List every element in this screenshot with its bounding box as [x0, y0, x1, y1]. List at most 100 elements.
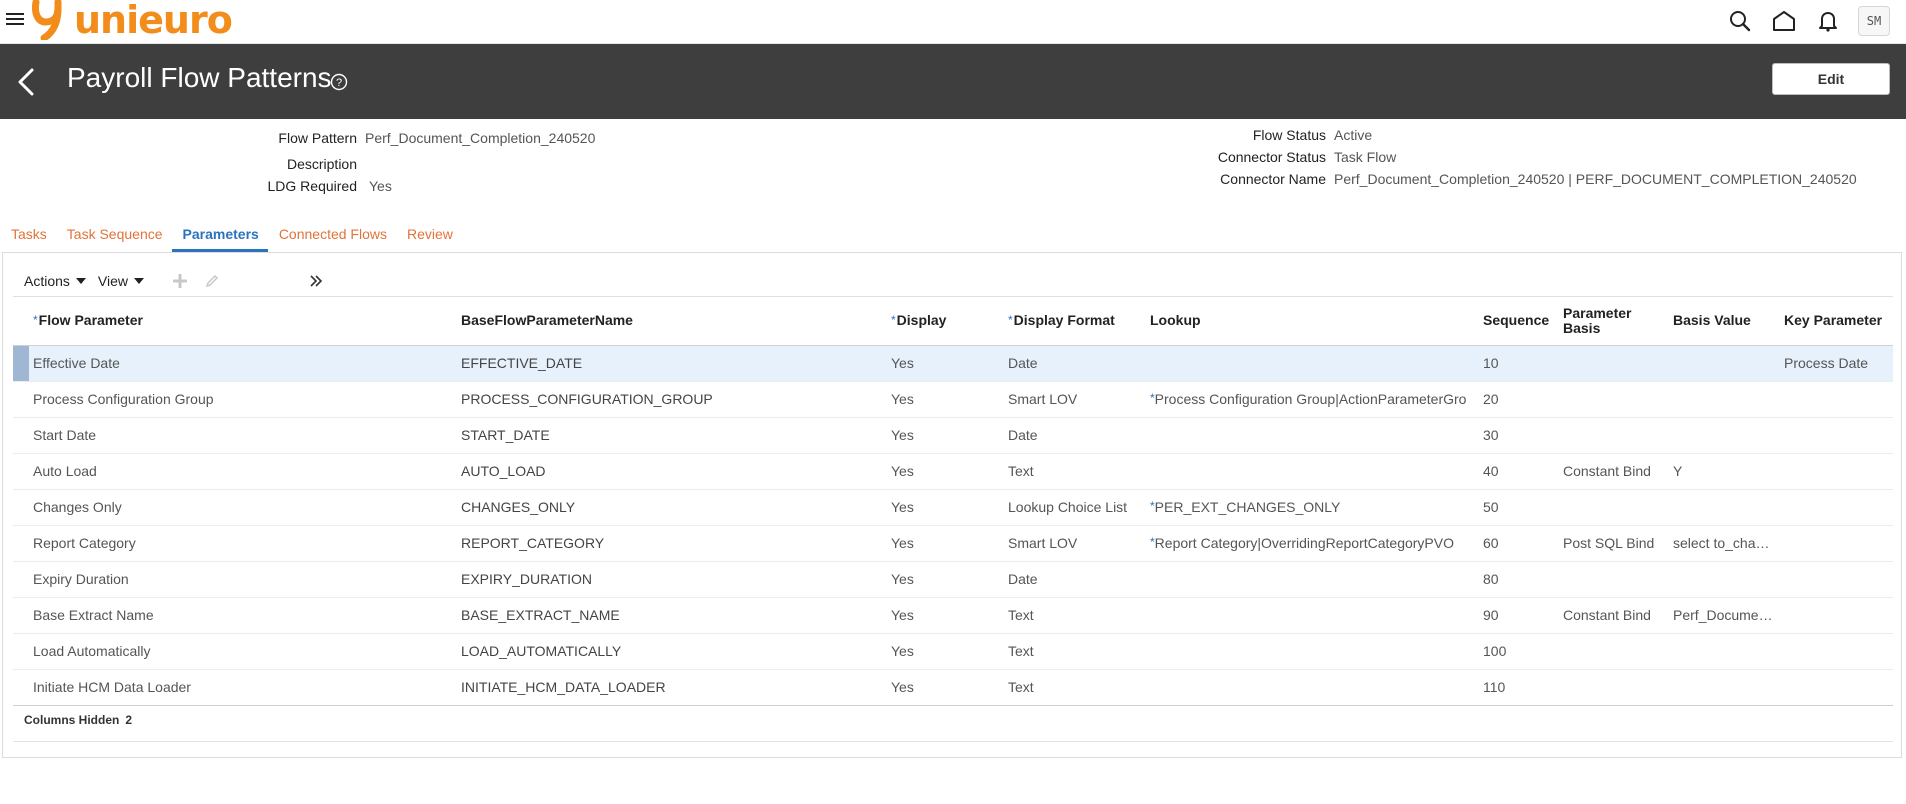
cell-base-name-text: AUTO_LOAD: [461, 463, 546, 479]
brand-logo[interactable]: unieuro: [32, 0, 233, 42]
table-row[interactable]: Report Category REPORT_CATEGORY Yes Smart L…: [13, 525, 1893, 562]
table-row[interactable]: Load Automatically LOAD_AUTOMATICALLY Yes T…: [13, 633, 1893, 670]
cell-display: Yes: [887, 381, 1004, 418]
column-header-display-format[interactable]: *Display Format: [1004, 297, 1146, 346]
cell-sequence-text: 80: [1483, 571, 1499, 587]
cell-display-format-text: Smart LOV: [1008, 391, 1078, 407]
cell-flow-parameter: Process Configuration Group: [29, 381, 457, 418]
search-icon[interactable]: [1726, 7, 1754, 35]
cell-base-name-text: INITIATE_HCM_DATA_LOADER: [461, 679, 666, 695]
row-selector[interactable]: [13, 597, 29, 634]
tab-tasks[interactable]: Tasks: [0, 222, 56, 252]
cell-flow-parameter-text: Base Extract Name: [33, 607, 154, 623]
row-selector[interactable]: [13, 381, 29, 418]
cell-display-format-text: Text: [1008, 607, 1034, 623]
column-header-lookup[interactable]: Lookup: [1146, 297, 1479, 346]
edit-icon[interactable]: [200, 269, 224, 293]
table-row[interactable]: Expiry Duration EXPIRY_DURATION Yes Date 80: [13, 561, 1893, 598]
cell-key-parameter: [1780, 525, 1893, 562]
cell-lookup: [1146, 597, 1479, 634]
actions-menu-label: Actions: [24, 273, 70, 289]
cell-base-name: CHANGES_ONLY: [457, 489, 887, 526]
cell-base-name: REPORT_CATEGORY: [457, 525, 887, 562]
view-menu[interactable]: View: [98, 273, 145, 289]
cell-basis-value: [1669, 381, 1780, 418]
column-header-flow-parameter[interactable]: *Flow Parameter: [29, 297, 457, 346]
cell-sequence-text: 40: [1483, 463, 1499, 479]
description-field: Description: [200, 156, 365, 172]
columns-hidden-label: Columns Hidden: [24, 713, 120, 727]
table-row[interactable]: Process Configuration Group PROCESS_CONFI…: [13, 381, 1893, 418]
columns-hidden-count: 2: [125, 713, 133, 727]
cell-base-name-text: START_DATE: [461, 427, 550, 443]
cell-parameter-basis: [1559, 633, 1669, 670]
cell-base-name-text: LOAD_AUTOMATICALLY: [461, 643, 622, 659]
row-selector[interactable]: [13, 525, 29, 562]
row-selector[interactable]: [13, 453, 29, 490]
column-header-parameter-basis[interactable]: Parameter Basis: [1559, 297, 1669, 346]
cell-display: Yes: [887, 489, 1004, 526]
cell-basis-value: [1669, 489, 1780, 526]
cell-display-format-text: Text: [1008, 679, 1034, 695]
tab-connected-flows[interactable]: Connected Flows: [268, 222, 396, 252]
cell-parameter-basis-text: Post SQL Bind: [1563, 535, 1655, 551]
cell-basis-value: [1669, 417, 1780, 454]
cell-display-format-text: Text: [1008, 463, 1034, 479]
cell-display-text: Yes: [891, 463, 914, 479]
required-icon: *: [891, 313, 896, 328]
row-selector[interactable]: [13, 489, 29, 526]
column-header-key-parameter[interactable]: Key Parameter: [1780, 297, 1893, 346]
table-row[interactable]: Start Date START_DATE Yes Date 30: [13, 417, 1893, 454]
tab-review[interactable]: Review: [396, 222, 462, 252]
cell-sequence: 40: [1479, 453, 1559, 490]
back-icon[interactable]: [12, 62, 40, 102]
table-row[interactable]: Base Extract Name BASE_EXTRACT_NAME Yes Tex…: [13, 597, 1893, 634]
user-avatar[interactable]: SM: [1858, 6, 1890, 36]
cell-base-name-text: CHANGES_ONLY: [461, 499, 576, 515]
cell-parameter-basis-text: Constant Bind: [1563, 607, 1651, 623]
cell-parameter-basis: [1559, 669, 1669, 706]
panel-divider: [13, 741, 1893, 742]
cell-display-format: Smart LOV: [1004, 525, 1146, 562]
tab-parameters[interactable]: Parameters: [171, 222, 268, 252]
table-row[interactable]: Changes Only CHANGES_ONLY Yes Lookup Choice…: [13, 489, 1893, 526]
cell-base-name: EFFECTIVE_DATE: [457, 345, 887, 382]
column-header-basis-value[interactable]: Basis Value: [1669, 297, 1780, 346]
cell-sequence: 80: [1479, 561, 1559, 598]
column-header-base-flow-parameter-name[interactable]: BaseFlowParameterName: [457, 297, 887, 346]
notifications-icon[interactable]: [1814, 7, 1842, 35]
menu-icon[interactable]: [6, 10, 28, 30]
add-icon[interactable]: [168, 269, 192, 293]
table-toolbar: Actions View: [24, 269, 336, 293]
cell-display-format: Date: [1004, 417, 1146, 454]
svg-text:?: ?: [336, 77, 342, 89]
cell-display-format-text: Lookup Choice List: [1008, 499, 1128, 515]
row-selector[interactable]: [13, 417, 29, 454]
edit-button[interactable]: Edit: [1772, 63, 1890, 95]
table-row[interactable]: Initiate HCM Data Loader INITIATE_HCM_DAT…: [13, 669, 1893, 706]
cell-sequence-text: 60: [1483, 535, 1499, 551]
row-selector[interactable]: [13, 633, 29, 670]
cell-lookup: [1146, 345, 1479, 382]
cell-flow-parameter-text: Report Category: [33, 535, 136, 551]
actions-menu[interactable]: Actions: [24, 273, 86, 289]
help-icon[interactable]: ?: [330, 73, 348, 96]
connector-status-value: Task Flow: [1334, 149, 1397, 165]
table-row[interactable]: Effective Date EFFECTIVE_DATE Yes Date 10 Pro…: [13, 345, 1893, 382]
cell-basis-value: [1669, 561, 1780, 598]
parameters-panel: Actions View *Flow Parameter BaseFlowPar…: [2, 252, 1902, 758]
chevron-down-icon: [134, 278, 145, 284]
cell-base-name: INITIATE_HCM_DATA_LOADER: [457, 669, 887, 706]
tab-task-sequence[interactable]: Task Sequence: [56, 222, 172, 252]
home-icon[interactable]: [1770, 7, 1798, 35]
connector-status-field: Connector Status Task Flow: [1160, 149, 1396, 165]
row-selector[interactable]: [13, 345, 29, 382]
column-header-display[interactable]: *Display: [887, 297, 1004, 346]
table-row[interactable]: Auto Load AUTO_LOAD Yes Text 40 Constant Bind…: [13, 453, 1893, 490]
row-selector[interactable]: [13, 561, 29, 598]
cell-sequence-text: 110: [1483, 679, 1506, 695]
cell-flow-parameter: Base Extract Name: [29, 597, 457, 634]
detach-icon[interactable]: [304, 269, 328, 293]
row-selector[interactable]: [13, 669, 29, 706]
column-header-sequence[interactable]: Sequence: [1479, 297, 1559, 346]
